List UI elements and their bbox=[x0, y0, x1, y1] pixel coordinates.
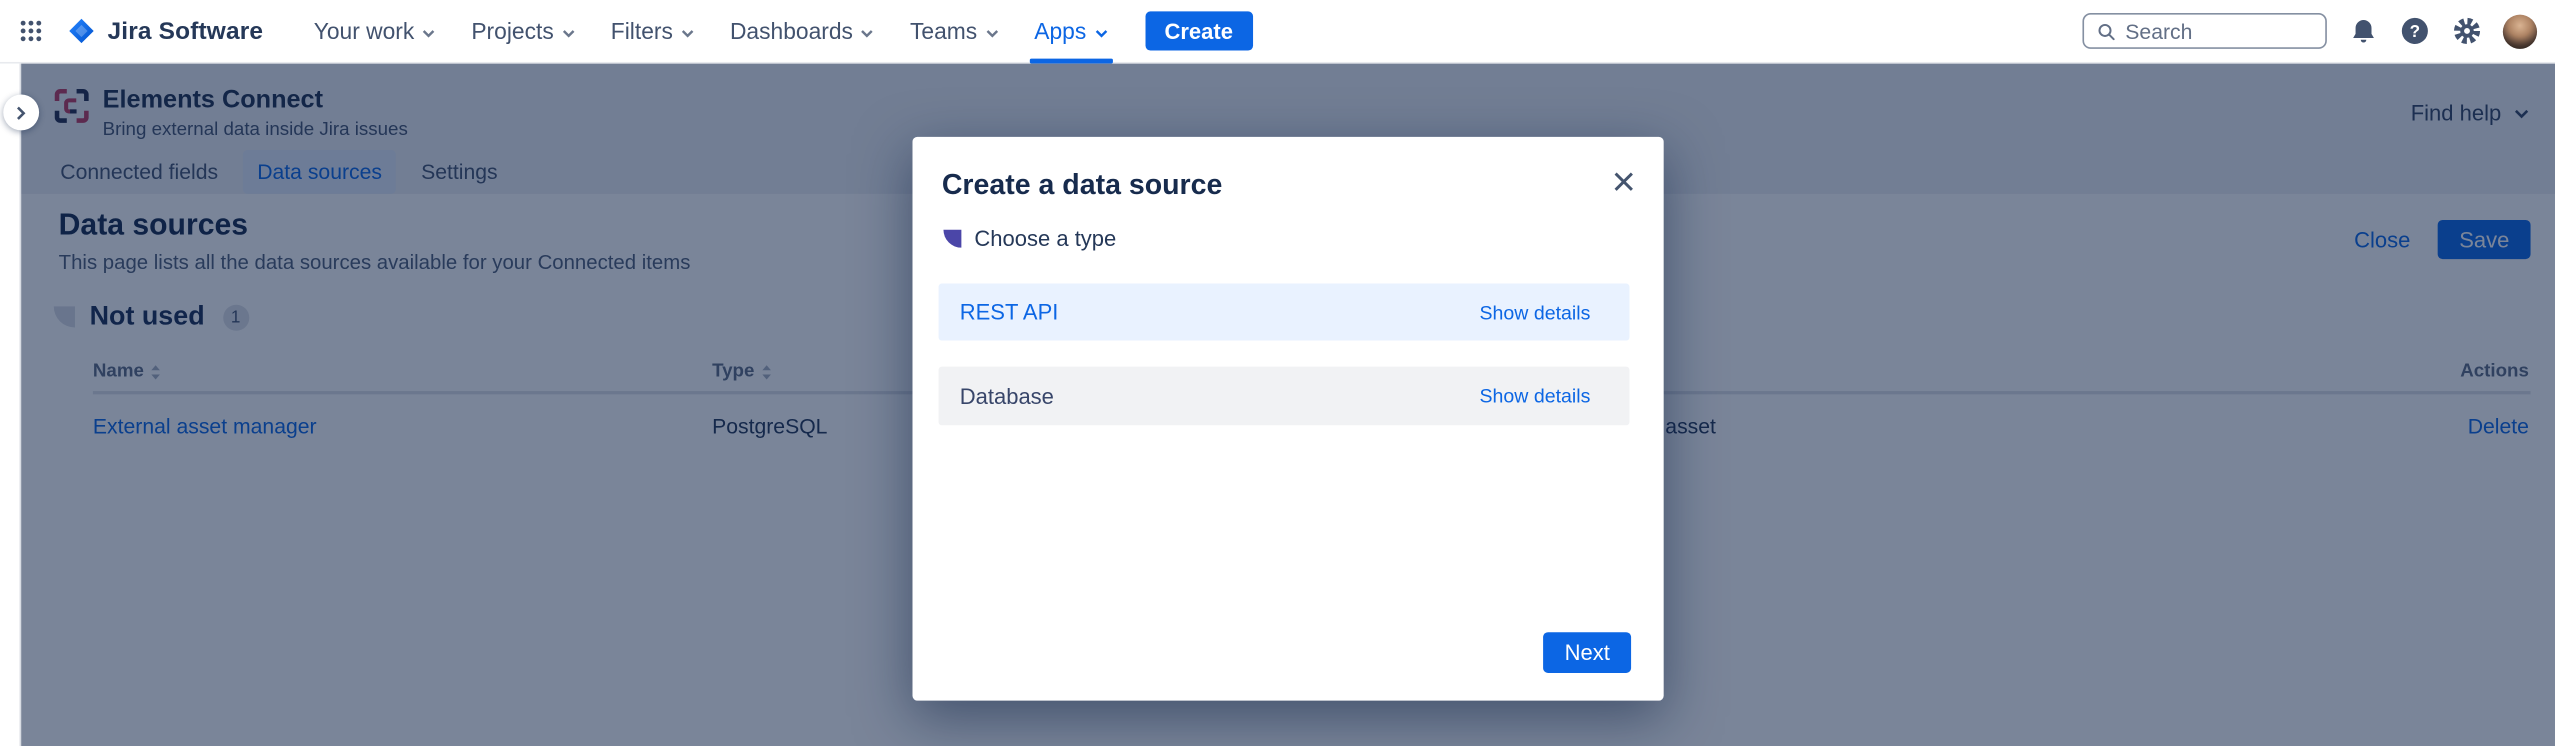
help-icon[interactable]: ? bbox=[2400, 16, 2429, 45]
jira-brand[interactable]: Jira Software bbox=[67, 16, 263, 45]
chevron-down-icon bbox=[422, 29, 435, 37]
create-button[interactable]: Create bbox=[1145, 11, 1253, 50]
search-icon bbox=[2097, 20, 2115, 41]
create-data-source-modal: Create a data source Choose a type REST … bbox=[912, 137, 1663, 701]
chevron-down-icon bbox=[681, 29, 694, 37]
nav-item-dashboards[interactable]: Dashboards bbox=[712, 0, 892, 63]
nav-item-label: Dashboards bbox=[730, 18, 853, 44]
user-avatar[interactable] bbox=[2503, 14, 2537, 48]
sidebar-expand-button[interactable] bbox=[3, 95, 39, 131]
modal-title: Create a data source bbox=[942, 168, 1223, 202]
left-rail bbox=[0, 64, 21, 746]
option-database[interactable]: Database Show details bbox=[939, 367, 1630, 426]
nav-item-label: Teams bbox=[910, 18, 977, 44]
show-details-link[interactable]: Show details bbox=[1479, 385, 1590, 408]
app-switcher-icon[interactable] bbox=[20, 20, 43, 43]
primary-nav: Your work Projects Filters Dashboards Te… bbox=[296, 0, 1126, 63]
option-label: REST API bbox=[960, 300, 1059, 324]
nav-item-label: Your work bbox=[314, 18, 415, 44]
nav-item-label: Projects bbox=[471, 18, 553, 44]
top-nav: Jira Software Your work Projects Filters… bbox=[0, 0, 2555, 64]
nav-item-your-work[interactable]: Your work bbox=[296, 0, 454, 63]
nav-item-projects[interactable]: Projects bbox=[453, 0, 592, 63]
settings-gear-icon[interactable] bbox=[2452, 16, 2481, 45]
jira-logo-icon bbox=[67, 16, 96, 45]
nav-right-cluster: ? bbox=[2082, 13, 2537, 49]
show-details-link[interactable]: Show details bbox=[1479, 301, 1590, 324]
option-rest-api[interactable]: REST API Show details bbox=[939, 284, 1630, 341]
chevron-right-icon bbox=[16, 105, 26, 120]
option-label: Database bbox=[960, 384, 1054, 408]
search-input[interactable] bbox=[2125, 19, 2312, 43]
next-button[interactable]: Next bbox=[1543, 632, 1631, 673]
notifications-bell-icon[interactable] bbox=[2350, 17, 2378, 45]
nav-item-label: Filters bbox=[611, 18, 673, 44]
nav-item-label: Apps bbox=[1034, 18, 1086, 44]
step-marker-icon bbox=[943, 230, 961, 248]
chevron-down-icon bbox=[1094, 29, 1107, 37]
chevron-down-icon bbox=[985, 29, 998, 37]
global-search[interactable] bbox=[2082, 13, 2326, 49]
nav-item-apps[interactable]: Apps bbox=[1016, 0, 1125, 63]
step-label: Choose a type bbox=[974, 226, 1116, 250]
close-icon bbox=[1612, 170, 1633, 191]
brand-name: Jira Software bbox=[108, 17, 264, 45]
chevron-down-icon bbox=[861, 29, 874, 37]
nav-item-teams[interactable]: Teams bbox=[892, 0, 1016, 63]
chevron-down-icon bbox=[562, 29, 575, 37]
svg-text:?: ? bbox=[2410, 22, 2420, 41]
screen: Jira Software Your work Projects Filters… bbox=[0, 0, 2555, 746]
modal-close-button[interactable] bbox=[1602, 160, 1644, 202]
nav-item-filters[interactable]: Filters bbox=[593, 0, 712, 63]
modal-step-header: Choose a type bbox=[943, 226, 1116, 250]
